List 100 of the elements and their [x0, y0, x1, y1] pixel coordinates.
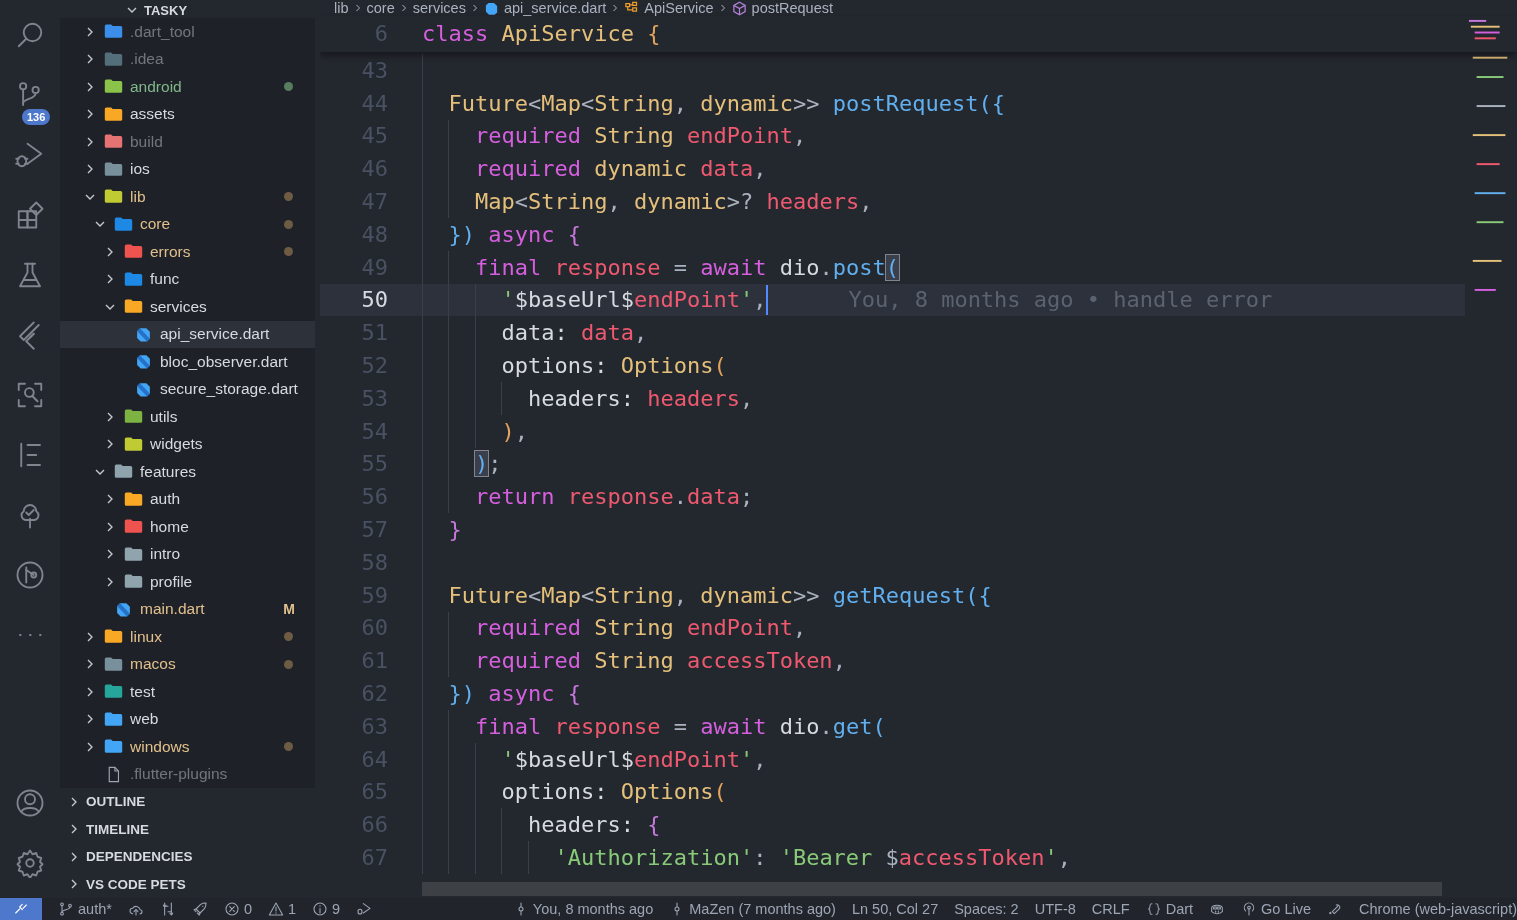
- debug-icon[interactable]: [356, 901, 373, 917]
- code-line: );: [473, 451, 502, 477]
- breadcrumb-item[interactable]: postRequest: [731, 0, 833, 16]
- breadcrumb-item[interactable]: api_service.dart: [483, 0, 607, 16]
- tree-item[interactable]: intro: [60, 540, 315, 568]
- tree-item[interactable]: windows: [60, 733, 315, 761]
- code-line: final response = await dio.post(: [474, 254, 899, 280]
- run-debug-icon[interactable]: [15, 140, 45, 170]
- tree-item[interactable]: utils: [60, 403, 315, 431]
- status-text[interactable]: MaZen (7 months ago): [689, 901, 836, 917]
- folder-icon: [124, 518, 143, 536]
- folder-icon: [124, 243, 143, 261]
- settings-icon[interactable]: [15, 848, 45, 878]
- code-line: headers: headers,: [526, 385, 754, 411]
- account-icon[interactable]: [15, 788, 45, 818]
- folder-icon: [104, 655, 123, 673]
- dart-file-icon: [114, 600, 133, 618]
- tree-item[interactable]: auth: [60, 485, 315, 513]
- code-line: }) async {: [447, 221, 581, 247]
- tree-item[interactable]: func: [60, 265, 315, 293]
- folder-icon: [104, 50, 123, 68]
- remote-button[interactable]: [0, 898, 42, 920]
- tree-item[interactable]: errors: [60, 238, 315, 266]
- folder-icon: [104, 23, 123, 41]
- tree-item[interactable]: web: [60, 705, 315, 733]
- status-dot: [284, 742, 293, 752]
- status-text[interactable]: 1: [287, 901, 297, 917]
- status-text[interactable]: auth*: [78, 901, 112, 917]
- panel-header[interactable]: DEPENDENCIES: [60, 843, 315, 871]
- info-icon[interactable]: [312, 901, 329, 917]
- tree-item[interactable]: widgets: [60, 430, 315, 458]
- braces-icon[interactable]: [1145, 901, 1162, 917]
- status-text[interactable]: Dart: [1165, 901, 1194, 917]
- panel-header[interactable]: VS CODE PETS: [60, 870, 315, 898]
- breadcrumb-item[interactable]: core: [366, 0, 395, 16]
- tree-item[interactable]: lib: [60, 183, 315, 211]
- tree-item[interactable]: features: [60, 458, 315, 486]
- tree-item[interactable]: core: [60, 210, 315, 238]
- code-line: options: Options(: [500, 779, 727, 805]
- branch-icon[interactable]: [58, 901, 74, 917]
- folder-icon: [124, 545, 143, 563]
- status-text[interactable]: 9: [332, 901, 341, 917]
- folder-icon: [114, 463, 133, 481]
- tree-item[interactable]: .dart_tool: [60, 18, 315, 46]
- tree-item[interactable]: api_service.dart: [60, 320, 315, 348]
- folder-icon: [124, 270, 143, 288]
- tree-item[interactable]: linux: [60, 623, 315, 651]
- folder-icon: [104, 738, 123, 756]
- status-dot: [284, 219, 293, 229]
- status-text[interactable]: Ln 50, Col 27: [851, 901, 939, 917]
- panel-header[interactable]: TIMELINE: [60, 815, 315, 843]
- tree-item[interactable]: .flutter-plugins: [60, 760, 315, 788]
- dart-file-icon: [134, 325, 153, 343]
- code-line: ),: [500, 418, 528, 444]
- error-icon[interactable]: [223, 901, 240, 917]
- search-icon[interactable]: [15, 20, 45, 50]
- folder-icon: [104, 105, 123, 123]
- status-text[interactable]: UTF-8: [1034, 901, 1076, 917]
- tree-item[interactable]: profile: [60, 568, 315, 596]
- warning-icon[interactable]: [267, 901, 284, 917]
- tree-item[interactable]: assets: [60, 100, 315, 128]
- tree-item[interactable]: test: [60, 678, 315, 706]
- tree-item[interactable]: services: [60, 293, 315, 321]
- breadcrumb-item[interactable]: services: [412, 0, 466, 16]
- folder-icon: [124, 435, 143, 453]
- rocket-icon[interactable]: [191, 901, 208, 917]
- dart-file-icon: [134, 380, 153, 398]
- tree-item[interactable]: build: [60, 128, 315, 156]
- status-text[interactable]: Go Live: [1261, 901, 1312, 917]
- tree-item[interactable]: main.dart M: [60, 595, 315, 623]
- breadcrumb-item[interactable]: ApiService: [624, 0, 714, 16]
- tree-item[interactable]: ios: [60, 155, 315, 183]
- tree-item[interactable]: secure_storage.dart: [60, 375, 315, 403]
- horizontal-scrollbar[interactable]: [422, 882, 1442, 896]
- scan-icon[interactable]: [15, 380, 45, 410]
- status-text[interactable]: Spaces: 2: [954, 901, 1019, 917]
- tree-item[interactable]: bloc_observer.dart: [60, 348, 315, 376]
- breadcrumb-item[interactable]: lib: [334, 0, 349, 16]
- folder-icon: [104, 78, 123, 96]
- tree-item[interactable]: android: [60, 73, 315, 101]
- status-dot: [284, 659, 293, 669]
- status-dot: [284, 192, 293, 202]
- status-text[interactable]: Chrome (web-javascript): [1359, 901, 1517, 917]
- folder-icon: [114, 215, 133, 233]
- tree-item[interactable]: macos: [60, 650, 315, 678]
- extensions-icon[interactable]: [15, 200, 45, 230]
- folder-icon: [104, 683, 123, 701]
- folder-icon: [104, 710, 123, 728]
- folder-icon: [104, 133, 123, 151]
- count-badge: 136: [22, 109, 51, 125]
- line-number: 50: [360, 287, 389, 313]
- folder-icon: [124, 490, 143, 508]
- status-text[interactable]: 0: [243, 901, 252, 917]
- tree-item[interactable]: home: [60, 513, 315, 541]
- panel-header[interactable]: OUTLINE: [60, 788, 315, 816]
- git-graph-icon[interactable]: [15, 560, 45, 590]
- status-text[interactable]: CRLF: [1091, 901, 1130, 917]
- folder-icon: [124, 573, 143, 591]
- folder-title[interactable]: TASKY: [144, 4, 188, 18]
- status-text[interactable]: You, 8 months ago: [532, 901, 654, 917]
